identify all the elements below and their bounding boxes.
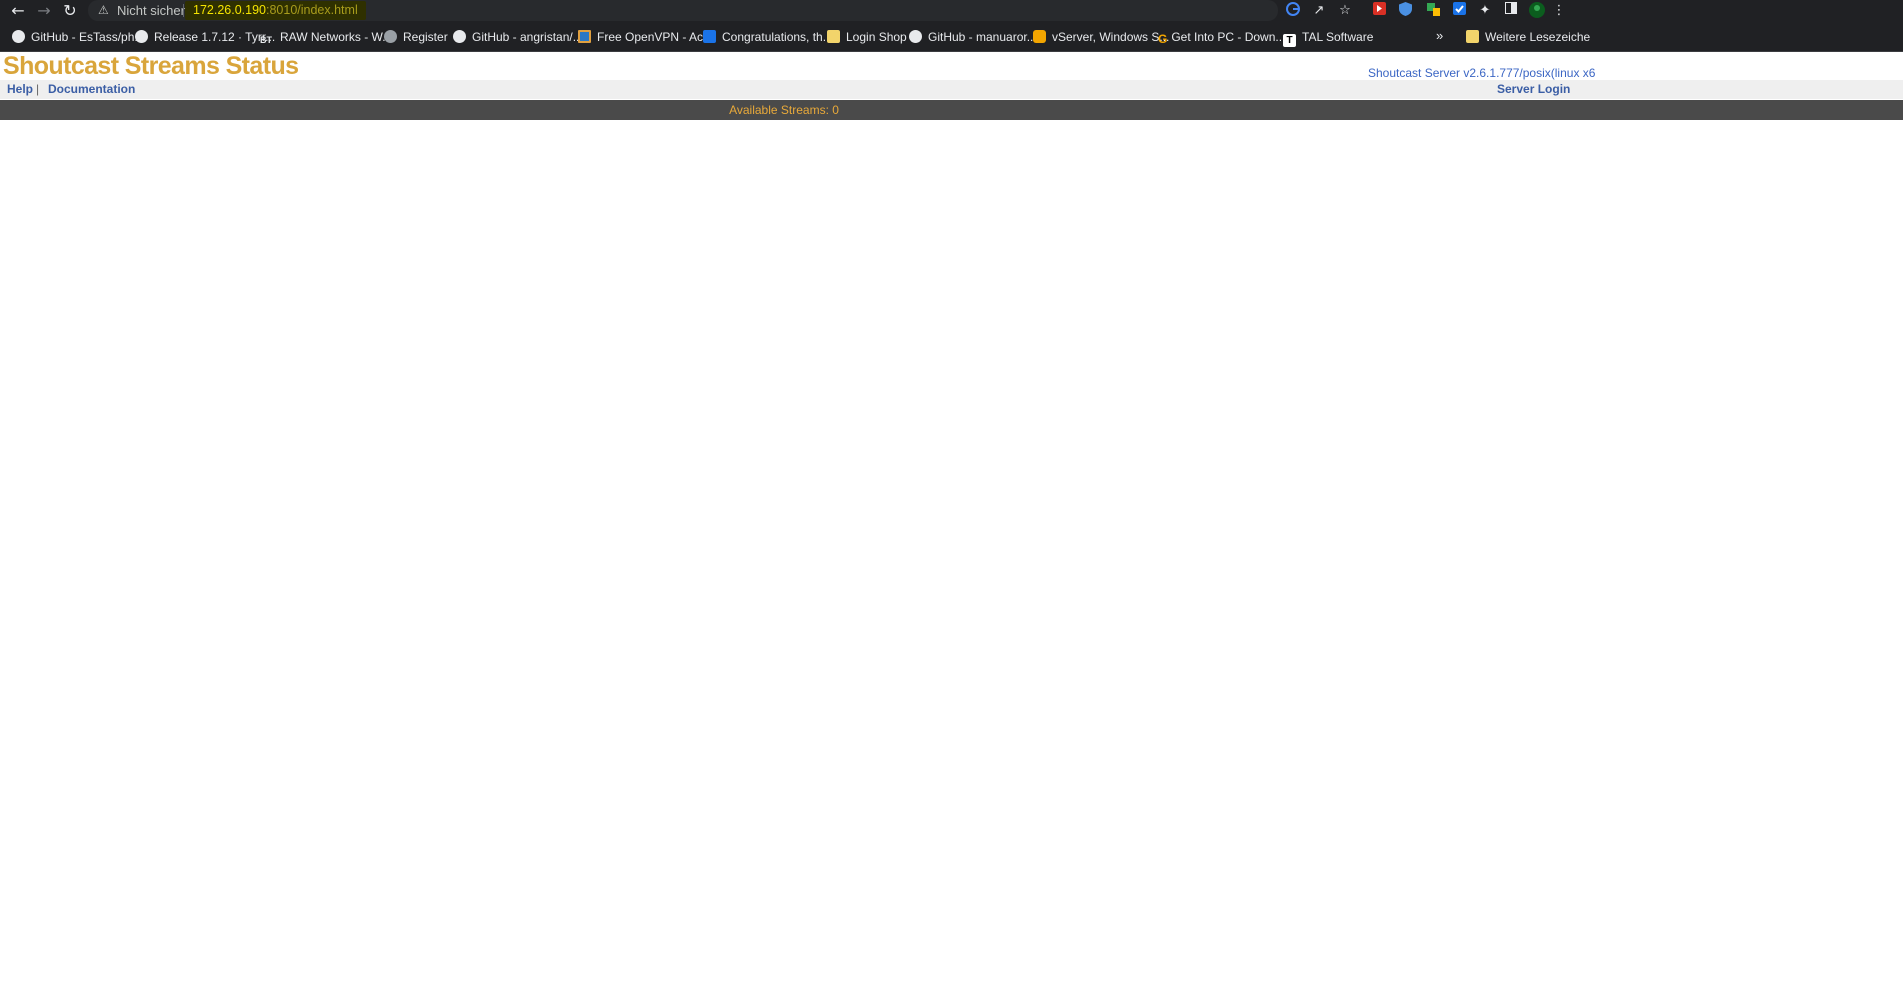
page-title: Shoutcast Streams Status [3, 52, 299, 80]
bookmark-label: Login Shop [846, 30, 907, 44]
url-host: 172.26.0.190 [193, 3, 266, 17]
profile-avatar[interactable] [1528, 2, 1546, 20]
bookmark-item[interactable]: GitHub - manuaror... [909, 29, 1037, 45]
chevron-more-icon[interactable]: » [1436, 28, 1443, 43]
github-icon [12, 30, 25, 43]
bookmark-label: TAL Software [1302, 30, 1374, 44]
google-lens-icon[interactable] [1284, 2, 1302, 20]
bookmark-label: Congratulations, th... [722, 30, 833, 44]
documentation-link[interactable]: Documentation [48, 82, 135, 96]
github-icon [909, 30, 922, 43]
checkmark-extension-icon[interactable] [1450, 2, 1468, 20]
bookmark-item[interactable]: vServer, Windows S... [1033, 29, 1169, 45]
server-login-link[interactable]: Server Login [1497, 82, 1570, 96]
url-path: :8010/index.html [266, 3, 358, 17]
bookmark-label: GitHub - manuaror... [928, 30, 1037, 44]
bookmark-label: RAW Networks - W... [280, 30, 393, 44]
security-label[interactable]: Nicht sicher [117, 3, 185, 18]
bookmarks-bar: GitHub - EsTass/ph... Release 1.7.12 · T… [0, 22, 1903, 52]
vpn-icon [578, 30, 591, 43]
browser-toolbar: ← → ↻ ⚠ Nicht sicher 172.26.0.190:8010/i… [0, 0, 1903, 22]
github-icon [453, 30, 466, 43]
bookmark-item[interactable]: Register [384, 29, 448, 45]
warning-icon[interactable]: ⚠ [98, 3, 109, 17]
back-arrow-icon[interactable]: ← [7, 1, 29, 21]
bookmark-item[interactable]: BT RAW Networks - W... [260, 29, 392, 45]
bookmark-label: GitHub - angristan/... [472, 30, 583, 44]
bookmark-item[interactable]: GitHub - EsTass/ph... [12, 29, 144, 45]
share-icon[interactable]: ↗ [1310, 2, 1328, 20]
extension-red-icon[interactable] [1370, 2, 1388, 20]
other-bookmarks[interactable]: Weitere Lesezeiche [1466, 29, 1590, 45]
kebab-menu-icon[interactable]: ⋮ [1552, 2, 1566, 20]
available-streams-text: Available Streams: 0 [729, 103, 839, 117]
bookmark-star-icon[interactable]: ☆ [1336, 2, 1354, 20]
folder-icon [1466, 30, 1479, 43]
bookmark-item[interactable]: Release 1.7.12 · Tyrr... [135, 29, 275, 45]
bookmark-item[interactable]: G Get Into PC - Down... [1158, 29, 1286, 46]
site-icon [703, 30, 716, 43]
bt-icon: BT [260, 35, 272, 45]
bookmark-item[interactable]: Login Shop [827, 29, 907, 45]
extension-warning-icon[interactable] [1424, 2, 1442, 20]
bookmark-label: Release 1.7.12 · Tyrr... [154, 30, 276, 44]
bookmark-label: Weitere Lesezeiche [1485, 30, 1591, 44]
g-icon: G [1158, 32, 1168, 46]
omnibox-divider [183, 4, 184, 17]
server-version[interactable]: Shoutcast Server v2.6.1.777/posix(linux … [1368, 66, 1595, 80]
bookmark-item[interactable]: Free OpenVPN - Ac... [578, 29, 713, 45]
bookmark-label: Free OpenVPN - Ac... [597, 30, 714, 44]
t-icon: T [1283, 34, 1296, 47]
github-icon [135, 30, 148, 43]
folder-icon [827, 30, 840, 43]
help-link[interactable]: Help [7, 82, 33, 96]
vserver-icon [1033, 30, 1046, 43]
bookmark-label: Register [403, 30, 448, 44]
side-panel-icon[interactable] [1502, 2, 1520, 20]
nav-strip: Help | Documentation Server Login [0, 80, 1903, 99]
extensions-puzzle-icon[interactable]: ✦ [1476, 2, 1494, 20]
bookmark-item[interactable]: T TAL Software [1283, 29, 1374, 47]
nav-separator: | [36, 82, 40, 96]
bookmark-label: Get Into PC - Down... [1171, 30, 1286, 44]
bookmark-item[interactable]: Congratulations, th... [703, 29, 833, 45]
streams-status-bar: Available Streams: 0 [0, 100, 1903, 120]
bookmark-label: GitHub - EsTass/ph... [31, 30, 145, 44]
bookmark-item[interactable]: GitHub - angristan/... [453, 29, 583, 45]
bookmark-label: vServer, Windows S... [1052, 30, 1170, 44]
shield-extension-icon[interactable] [1396, 2, 1414, 20]
url-text[interactable]: 172.26.0.190:8010/index.html [185, 1, 366, 20]
forward-arrow-icon[interactable]: → [33, 1, 55, 21]
globe-icon [384, 30, 397, 43]
reload-icon[interactable]: ↻ [59, 1, 81, 21]
